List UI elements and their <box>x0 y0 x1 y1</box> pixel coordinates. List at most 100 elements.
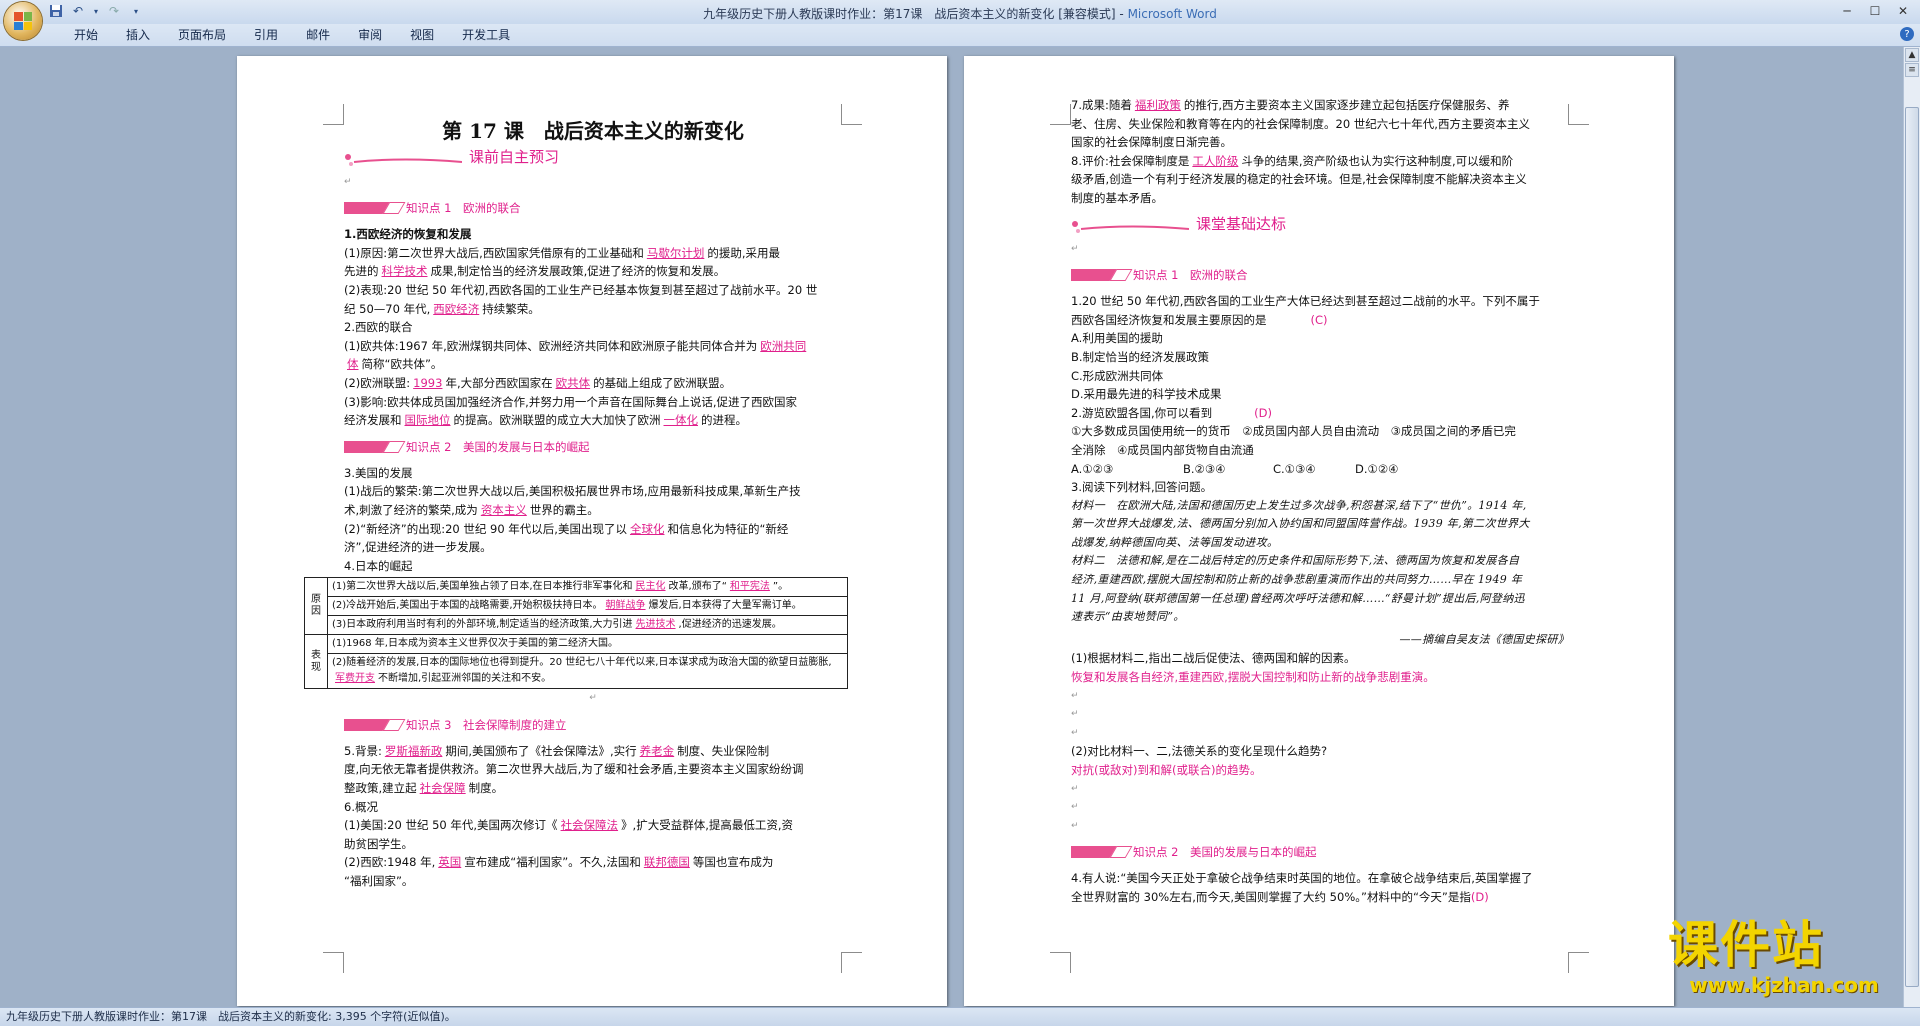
text-line: 经济发展和 国际地位 的提高。欧洲联盟的成立大大加快了欧洲 一体化 的进程。 <box>344 411 842 430</box>
text-line: (1)美国:20 世纪 50 年代,美国两次修订《 社会保障法 》,扩大受益群体,提… <box>344 816 842 835</box>
customize-qat-icon[interactable]: ▾ <box>128 3 144 19</box>
undo-icon[interactable]: ↶ <box>70 3 86 19</box>
text: 简称“欧共体”。 <box>361 357 443 372</box>
text: 》,扩大受益群体,提高最低工资,资 <box>621 818 794 833</box>
text: 的援助,采用最 <box>707 245 780 260</box>
material-line: 11 月,阿登纳(联邦德国第一任总理)曾经两次呼吁法德和解……“舒曼计划”提出后… <box>1071 591 1525 605</box>
close-icon[interactable]: ✕ <box>1890 2 1916 20</box>
crop-mark <box>1568 104 1589 125</box>
text-line: 度,向无依无靠者提供救济。第二次世界大战后,为了缓和社会矛盾,主要资本主义国家纷… <box>344 762 804 777</box>
answer-fill: 体 <box>347 357 359 372</box>
text: (1)美国:20 世纪 50 年代,美国两次修订《 <box>344 818 558 833</box>
answer-fill: 全球化 <box>629 521 665 536</box>
text: ,促进经济的迅速发展。 <box>678 619 782 631</box>
answer-fill: 科学技术 <box>381 264 428 279</box>
question-line: 3.阅读下列材料,回答问题。 <box>1071 480 1213 495</box>
table-cell: (2)冷战开始后,美国出于本国的战略需要,开始积极扶持日本。 朝鲜战争 爆发后,日本… <box>327 596 848 617</box>
save-icon[interactable] <box>48 3 64 19</box>
scroll-thumb[interactable] <box>1905 107 1919 987</box>
answer-fill: 军费开支 <box>335 673 375 685</box>
page-2-content[interactable]: 7.成果:随着 福利政策 的推行,西方主要资本主义国家逐步建立起包括医疗保健服务、养… <box>1071 96 1569 907</box>
section-decor-icon <box>1072 220 1189 233</box>
title-separator: - <box>1115 7 1128 21</box>
tab-mailings[interactable]: 邮件 <box>292 27 344 43</box>
tab-developer[interactable]: 开发工具 <box>448 27 524 43</box>
minimize-icon[interactable]: ─ <box>1834 2 1860 20</box>
tab-references[interactable]: 引用 <box>240 27 292 43</box>
page-1-content[interactable]: 第 17 课 战后资本主义的新变化 课前自主预习 ↵ 知识点 1 欧洲的联合 1… <box>304 56 848 891</box>
text-line: 6.概况 <box>344 799 378 814</box>
tab-insert[interactable]: 插入 <box>112 27 164 43</box>
paragraph-mark: ↵ <box>1071 802 1079 813</box>
dropdown-icon[interactable]: ▾ <box>92 3 100 19</box>
text: 成果,制定恰当的经济发展政策,促进了经济的恢复和发展。 <box>430 264 726 279</box>
material-line: 战爆发,纳粹德国向英、法等国发动进攻。 <box>1071 535 1279 549</box>
title-bar: 九年级历史下册人教版课时作业：第17课 战后资本主义的新变化 [兼容模式] - … <box>0 0 1920 25</box>
text-line: “福利国家”。 <box>344 874 414 889</box>
answer-fill: 一体化 <box>663 413 699 428</box>
table-row: (3)日本政府利用当时有利的外部环境,制定适当的经济政策,大力引进 先进技术 ,促进… <box>305 615 848 636</box>
text: 持续繁荣。 <box>482 301 540 316</box>
material-line: 第一次世界大战爆发,法、德两国分别加入协约国和同盟国阵营作战。1939 年,第二… <box>1071 517 1530 531</box>
text: (2)冷战开始后,美国出于本国的战略需要,开始积极扶持日本。 <box>332 600 603 612</box>
table-row-label: 表现 <box>304 634 328 690</box>
kp-title: 知识点 1 欧洲的联合 <box>406 201 521 216</box>
tab-home[interactable]: 开始 <box>60 27 112 43</box>
text-line: 纪 50—70 年代, 西欧经济 持续繁荣。 <box>344 300 842 319</box>
document-title: 九年级历史下册人教版课时作业：第17课 战后资本主义的新变化 [兼容模式] <box>703 7 1116 21</box>
question-line: 全世界财富的 30%左右,而今天,美国则掌握了大约 50%。”材料中的“今天”是… <box>1071 888 1569 907</box>
knowledge-point-2: 知识点 2 美国的发展与日本的崛起 <box>1071 843 1569 863</box>
crop-mark <box>1050 952 1071 973</box>
knowledge-point-3: 知识点 3 社会保障制度的建立 <box>344 716 842 736</box>
answer-fill: 联邦德国 <box>643 855 690 870</box>
paragraph-mark: ↵ <box>1071 243 1079 254</box>
option-line: A.利用美国的援助 <box>1071 331 1163 346</box>
text-line: 老、住房、失业保险和教育等在内的社会保障制度。20 世纪六七十年代,西方主要资本… <box>1071 116 1530 131</box>
document-area: 第 17 课 战后资本主义的新变化 课前自主预习 ↵ 知识点 1 欧洲的联合 1… <box>0 47 1904 1007</box>
text: 改革,颁布了“ <box>668 581 727 593</box>
answer-fill: 民主化 <box>635 581 666 593</box>
text: 的进程。 <box>701 413 747 428</box>
text-line: (1)原因:第二次世界大战后,西欧国家凭借原有的工业基础和 马歇尔计划 的援助,采用… <box>344 244 842 263</box>
help-icon[interactable]: ? <box>1900 27 1914 41</box>
text-line: 全消除 ④成员国内部货物自由流通 <box>1071 442 1254 457</box>
watermark-brand: 课件站 <box>1668 916 1824 974</box>
text-line: 济”,促进经济的进一步发展。 <box>344 540 492 555</box>
answer-fill: 英国 <box>438 855 462 870</box>
answer-fill: 先进技术 <box>635 619 676 631</box>
site-watermark: 课件站 www.kjzhan.com <box>1668 916 1900 1006</box>
knowledge-point-2: 知识点 2 美国的发展与日本的崛起 <box>344 438 842 458</box>
text: 期间,美国颁布了《社会保障法》,实行 <box>445 743 637 758</box>
scroll-up-icon[interactable]: ▲ <box>1905 48 1919 62</box>
tab-view[interactable]: 视图 <box>396 27 448 43</box>
text: 斗争的结果,资产阶级也认为实行这种制度,可以缓和阶 <box>1241 153 1514 168</box>
table-row: (2)冷战开始后,美国出于本国的战略需要,开始积极扶持日本。 朝鲜战争 爆发后,日本… <box>305 596 848 617</box>
maximize-icon[interactable]: ☐ <box>1862 2 1888 20</box>
window-title: 九年级历史下册人教版课时作业：第17课 战后资本主义的新变化 [兼容模式] - … <box>0 5 1920 22</box>
office-button[interactable] <box>4 2 42 40</box>
kp-title: 知识点 2 美国的发展与日本的崛起 <box>1133 845 1317 860</box>
knowledge-point-1: 知识点 1 欧洲的联合 <box>1071 266 1569 286</box>
lesson-title: 第 17 课 战后资本主义的新变化 <box>442 119 744 143</box>
ruler-toggle-icon[interactable]: ≡ <box>1905 63 1919 77</box>
vertical-scrollbar[interactable]: ▲ ≡ <box>1903 47 1920 1007</box>
redo-icon[interactable]: ↷ <box>106 3 122 19</box>
answer-fill: 福利政策 <box>1134 98 1181 112</box>
option: B.②③④ <box>1183 461 1226 476</box>
text-line: 术,刺激了经济的繁荣,成为 资本主义 世界的霸主。 <box>344 501 842 520</box>
source-citation: ——摘编自吴友法《德国史探研》 <box>1399 632 1569 646</box>
text: 整政策,建立起 <box>344 781 417 796</box>
paragraph-mark: ↵ <box>1071 820 1079 831</box>
status-bar: 九年级历史下册人教版课时作业：第17课 战后资本主义的新变化: 3,395 个字… <box>0 1007 1920 1026</box>
tab-page-layout[interactable]: 页面布局 <box>164 27 240 43</box>
paragraph-mark: ↵ <box>1071 690 1079 701</box>
kp-title: 知识点 3 社会保障制度的建立 <box>406 717 567 732</box>
crop-mark <box>841 104 862 125</box>
text: 2.游览欧盟各国,你可以看到 <box>1071 405 1213 420</box>
text: 西欧各国经济恢复和发展主要原因的是 <box>1071 312 1267 327</box>
tab-review[interactable]: 审阅 <box>344 27 396 43</box>
text-line: (2)表现:20 世纪 50 年代初,西欧各国的工业生产已经基本恢复到甚至超过了… <box>344 282 818 297</box>
text-line: 7.成果:随着 福利政策 的推行,西方主要资本主义国家逐步建立起包括医疗保健服务、养 <box>1071 96 1569 115</box>
text: 世界的霸主。 <box>529 502 599 517</box>
text: 5.背景: <box>344 743 382 758</box>
